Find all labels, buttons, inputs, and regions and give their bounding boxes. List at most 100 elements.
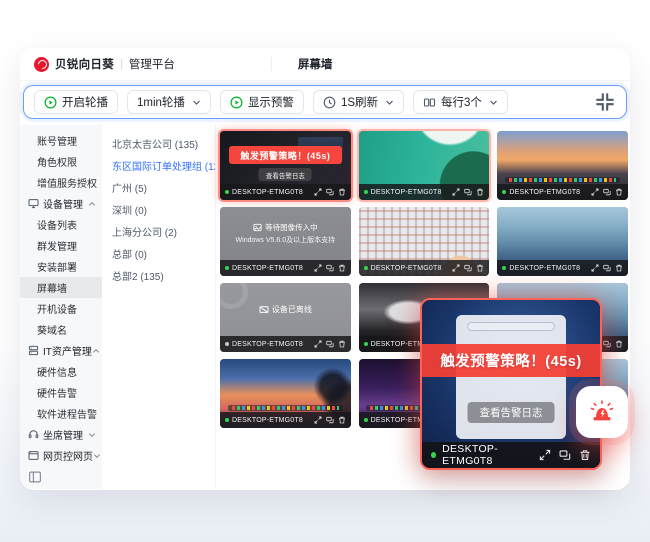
expand-icon[interactable] xyxy=(591,188,599,196)
sidebar-item-sub[interactable]: 增值服务授权 xyxy=(20,172,102,193)
expand-icon[interactable] xyxy=(452,264,460,272)
sidebar-item-group[interactable]: 设备管理 xyxy=(20,193,102,214)
compress-icon xyxy=(594,91,616,113)
screen-tile[interactable]: DESKTOP-ETMG0T8 xyxy=(497,207,628,276)
tile-actions xyxy=(591,188,623,196)
delete-icon[interactable] xyxy=(476,264,484,272)
popup-view-alert-log-button[interactable]: 查看告警日志 xyxy=(468,402,555,423)
switch-screen-icon[interactable] xyxy=(603,340,611,348)
org-group-label: 上海分公司 (2) xyxy=(112,224,177,239)
sidebar-item-group[interactable]: IT资产管理 xyxy=(20,340,102,361)
toolbar-button-start-carousel[interactable]: 开启轮播 xyxy=(34,90,118,114)
sidebar-item-label: 软件进程告警 xyxy=(37,406,97,421)
tile-actions xyxy=(452,264,484,272)
tile-device-bar: DESKTOP-ETMG0T8 xyxy=(359,260,490,276)
org-group-item[interactable]: 广州 (5) xyxy=(102,176,215,198)
screen-tile[interactable]: DESKTOP-ETMG0T8 xyxy=(359,131,490,200)
delete-icon[interactable] xyxy=(615,340,623,348)
toolbar-button-refresh-interval[interactable]: 1S刷新 xyxy=(313,90,404,114)
expand-icon[interactable] xyxy=(314,416,322,424)
chevron-down-icon xyxy=(88,431,96,439)
toolbar-button-show-alerts[interactable]: 显示预警 xyxy=(220,90,304,114)
org-group-item[interactable]: 深圳 (0) xyxy=(102,198,215,220)
device-name: DESKTOP-ETMG0T8 xyxy=(232,341,303,348)
clock-icon xyxy=(323,96,336,109)
org-group-item[interactable]: 北京太吉公司 (135) xyxy=(102,132,215,154)
tile-view-alert-log-button[interactable]: 查看告警日志 xyxy=(259,168,312,181)
sidebar-item-sub[interactable]: 屏幕墙 xyxy=(20,277,102,298)
toolbar-button-per-row[interactable]: 每行3个 xyxy=(413,90,508,114)
popup-device-name: DESKTOP-ETMG0T8 xyxy=(442,443,533,467)
delete-icon[interactable] xyxy=(338,416,346,424)
toolbar-button-carousel-interval[interactable]: 1min轮播 xyxy=(127,90,211,114)
tile-device-bar: DESKTOP-ETMG0T8 xyxy=(497,260,628,276)
popup-alert-banner: 触发预警策略！(45s) xyxy=(422,344,600,377)
sidebar-item-sub[interactable]: 账号管理 xyxy=(20,130,102,151)
switch-screen-icon[interactable] xyxy=(603,188,611,196)
switch-screen-icon[interactable] xyxy=(603,264,611,272)
sidebar-item-label: 硬件信息 xyxy=(37,364,77,379)
switch-screen-icon[interactable] xyxy=(326,264,334,272)
delete-icon[interactable] xyxy=(579,449,591,461)
status-dot xyxy=(364,266,368,270)
org-group-label: 广州 (5) xyxy=(112,180,147,195)
sidebar-item-sub[interactable]: 角色权限 xyxy=(20,151,102,172)
expand-icon[interactable] xyxy=(314,264,322,272)
screen-tile[interactable]: DESKTOP-ETMG0T8 xyxy=(220,359,351,428)
product-name: 管理平台 xyxy=(129,56,175,72)
screen-tile[interactable]: 设备已离线 DESKTOP-ETMG0T8 xyxy=(220,283,351,352)
delete-icon[interactable] xyxy=(615,264,623,272)
tile-device-bar: DESKTOP-ETMG0T8 xyxy=(220,412,351,428)
org-group-item[interactable]: 上海分公司 (2) xyxy=(102,220,215,242)
sidebar-item-sub[interactable]: 开机设备 xyxy=(20,298,102,319)
switch-screen-icon[interactable] xyxy=(464,188,472,196)
switch-screen-icon[interactable] xyxy=(326,416,334,424)
expand-icon[interactable] xyxy=(314,188,322,196)
sidebar-item-sub[interactable]: 硬件信息 xyxy=(20,361,102,382)
sidebar-item-sub[interactable]: 软件进程告警 xyxy=(20,403,102,424)
org-group-label: 东区国际订单处理组 (12) xyxy=(112,158,215,173)
alert-popup[interactable]: 触发预警策略！(45s) 查看告警日志 DESKTOP-ETMG0T8 xyxy=(420,298,602,470)
switch-screen-icon[interactable] xyxy=(464,264,472,272)
sidebar-item-sub[interactable]: 安装部署 xyxy=(20,256,102,277)
switch-screen-icon[interactable] xyxy=(326,188,334,196)
sidebar-item-label: 账号管理 xyxy=(37,133,77,148)
expand-icon[interactable] xyxy=(452,188,460,196)
org-group-item[interactable]: 东区国际订单处理组 (12) xyxy=(102,154,215,176)
sidebar-item-label: 开机设备 xyxy=(37,301,77,316)
page: { "header": { "brand": "贝锐向日葵", "separat… xyxy=(0,0,650,542)
collapse-toolbar-button[interactable] xyxy=(594,91,616,113)
sidebar-item-group[interactable]: 坐席管理 xyxy=(20,424,102,445)
online-status-dot xyxy=(431,452,436,458)
delete-icon[interactable] xyxy=(338,188,346,196)
switch-screen-icon[interactable] xyxy=(559,449,571,461)
sidebar: 账号管理 角色权限 增值服务授权 设备管理 设备列表 群发管理 安装部署 屏幕墙… xyxy=(20,125,102,489)
status-dot xyxy=(364,418,368,422)
expand-icon[interactable] xyxy=(314,340,322,348)
screen-tile[interactable]: 等待图像传入中 Windows V5.6.0及以上版本支持 DESKTOP-ET… xyxy=(220,207,351,276)
sidebar-item-group[interactable]: 网页控网页 xyxy=(20,445,102,466)
alarm-badge[interactable] xyxy=(576,386,628,438)
expand-icon[interactable] xyxy=(591,264,599,272)
brand-separator: | xyxy=(120,58,123,70)
delete-icon[interactable] xyxy=(338,340,346,348)
screen-tile[interactable]: 触发预警策略！(45s) 查看告警日志 DESKTOP-ETMG0T8 xyxy=(220,131,351,200)
tile-actions xyxy=(452,188,484,196)
expand-icon[interactable] xyxy=(539,449,551,461)
sidebar-item-sub[interactable]: 设备列表 xyxy=(20,214,102,235)
screen-tile[interactable]: DESKTOP-ETMG0T8 xyxy=(497,131,628,200)
collapse-sidebar-button[interactable] xyxy=(28,470,42,484)
org-group-item[interactable]: 总部 (0) xyxy=(102,242,215,264)
delete-icon[interactable] xyxy=(476,188,484,196)
status-dot xyxy=(364,342,368,346)
thumbnail-taskbar xyxy=(228,405,343,411)
sidebar-item-sub[interactable]: 葵域名 xyxy=(20,319,102,340)
delete-icon[interactable] xyxy=(615,188,623,196)
switch-screen-icon[interactable] xyxy=(326,340,334,348)
org-group-item[interactable]: 总部2 (135) xyxy=(102,264,215,286)
screen-tile[interactable]: DESKTOP-ETMG0T8 xyxy=(359,207,490,276)
delete-icon[interactable] xyxy=(338,264,346,272)
sidebar-item-sub[interactable]: 硬件告警 xyxy=(20,382,102,403)
device-name: DESKTOP-ETMG0T8 xyxy=(371,189,442,196)
sidebar-item-sub[interactable]: 群发管理 xyxy=(20,235,102,256)
